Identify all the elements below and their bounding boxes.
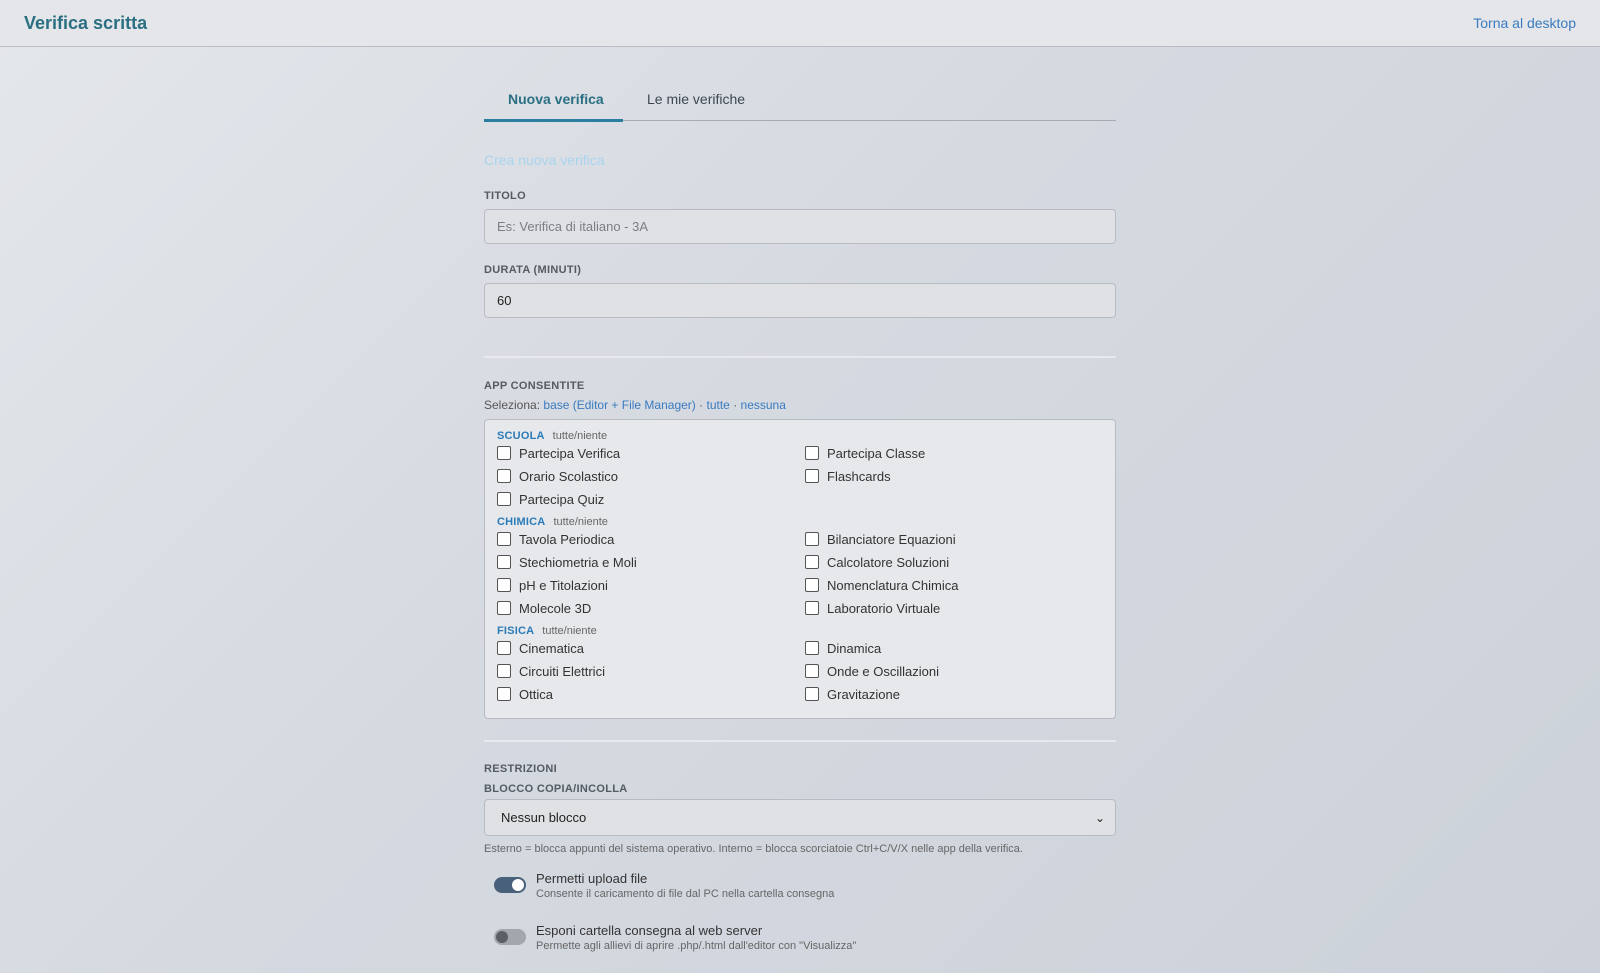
app-checkbox-item[interactable]: Partecipa Quiz	[497, 491, 805, 507]
group-header-chimica: CHIMICA tutte/niente	[497, 516, 1103, 528]
title-label: TITOLO	[484, 190, 526, 202]
app-checkbox-item[interactable]: Ottica	[497, 686, 805, 702]
web-toggle-title: Esponi cartella consegna al web server	[536, 923, 763, 938]
app-checkbox-item[interactable]: Gravitazione	[805, 686, 1113, 702]
copy-paste-selected-value: Nessun blocco	[501, 810, 587, 825]
select-presets: Seleziona: base (Editor + File Manager) …	[484, 398, 1116, 412]
tab-bar: Nuova verifica Le mie verifiche	[484, 47, 1116, 122]
app-checkbox-item[interactable]: Stechiometria e Moli	[497, 554, 805, 570]
checkbox[interactable]	[805, 601, 819, 615]
upload-toggle-title: Permetti upload file	[536, 871, 648, 886]
checkbox[interactable]	[497, 641, 511, 655]
separator: ·	[733, 398, 738, 412]
group-items-fisica: Cinematica Dinamica Circuiti Elettrici O…	[497, 640, 1103, 702]
checkbox[interactable]	[497, 687, 511, 701]
web-server-toggle-switch[interactable]	[494, 929, 526, 945]
checkbox[interactable]	[497, 532, 511, 546]
top-bar: Verifica scritta Torna al desktop	[0, 0, 1600, 47]
checkbox[interactable]	[497, 664, 511, 678]
copy-paste-help: Esterno = blocca appunti del sistema ope…	[484, 843, 1023, 855]
app-checkbox-item[interactable]: Flashcards	[805, 468, 1113, 484]
tab-new-test[interactable]: Nuova verifica	[508, 91, 604, 107]
copy-paste-select[interactable]: Nessun blocco ⌄	[484, 799, 1116, 836]
group-name: SCUOLA	[497, 430, 545, 442]
divider	[484, 356, 1116, 358]
active-tab-indicator	[484, 119, 623, 122]
checkbox[interactable]	[805, 532, 819, 546]
checkbox[interactable]	[805, 664, 819, 678]
select-base-link[interactable]: base (Editor + File Manager)	[543, 398, 695, 412]
checkbox[interactable]	[805, 555, 819, 569]
checkbox[interactable]	[805, 641, 819, 655]
web-toggle-row: Esponi cartella consegna al web server P…	[494, 923, 1116, 952]
app-checkbox-item[interactable]: Molecole 3D	[497, 600, 805, 616]
separator: ·	[699, 398, 704, 412]
app-checkbox-item[interactable]: Circuiti Elettrici	[497, 663, 805, 679]
group-toggle-all-link[interactable]: tutte/niente	[542, 625, 596, 637]
checkbox[interactable]	[497, 446, 511, 460]
select-all-link[interactable]: tutte	[706, 398, 729, 412]
restrictions-heading: RESTRIZIONI	[484, 763, 557, 775]
duration-label: DURATA (MINUTI)	[484, 264, 582, 276]
checkbox[interactable]	[497, 469, 511, 483]
copy-paste-label: BLOCCO COPIA/INCOLLA	[484, 783, 628, 795]
app-checkbox-item[interactable]: pH e Titolazioni	[497, 577, 805, 593]
upload-toggle-switch[interactable]	[494, 877, 526, 893]
apps-list-box[interactable]: SCUOLA tutte/niente Partecipa Verifica P…	[484, 419, 1116, 719]
app-checkbox-item[interactable]: Partecipa Classe	[805, 445, 1113, 461]
divider	[484, 740, 1116, 742]
select-none-link[interactable]: nessuna	[741, 398, 786, 412]
back-to-desktop-link[interactable]: Torna al desktop	[1473, 15, 1576, 31]
checkbox[interactable]	[805, 687, 819, 701]
chevron-down-icon: ⌄	[1094, 810, 1105, 825]
app-checkbox-item[interactable]: Laboratorio Virtuale	[805, 600, 1113, 616]
app-checkbox-item[interactable]: Nomenclatura Chimica	[805, 577, 1113, 593]
upload-toggle-row: Permetti upload file Consente il caricam…	[494, 871, 1116, 900]
title-input[interactable]	[484, 209, 1116, 244]
app-checkbox-item[interactable]: Partecipa Verifica	[497, 445, 805, 461]
section-title: Crea nuova verifica	[484, 152, 605, 168]
group-name: CHIMICA	[497, 516, 546, 528]
app-checkbox-item[interactable]: Orario Scolastico	[497, 468, 805, 484]
checkbox[interactable]	[805, 578, 819, 592]
group-header-fisica: FISICA tutte/niente	[497, 625, 1103, 637]
app-checkbox-item[interactable]: Bilanciatore Equazioni	[805, 531, 1113, 547]
duration-input[interactable]	[484, 283, 1116, 318]
toggle-knob	[512, 879, 524, 891]
group-name: FISICA	[497, 625, 535, 637]
main-content: Nuova verifica Le mie verifiche Crea nuo…	[484, 47, 1116, 952]
app-checkbox-item[interactable]: Tavola Periodica	[497, 531, 805, 547]
app-title: Verifica scritta	[24, 12, 148, 33]
group-toggle-all-link[interactable]: tutte/niente	[553, 430, 607, 442]
checkbox[interactable]	[805, 446, 819, 460]
toggle-knob	[496, 931, 508, 943]
upload-toggle-desc: Consente il caricamento di file dal PC n…	[536, 888, 835, 900]
tab-my-tests[interactable]: Le mie verifiche	[647, 91, 745, 107]
group-items-chimica: Tavola Periodica Bilanciatore Equazioni …	[497, 531, 1103, 616]
group-header-scuola: SCUOLA tutte/niente	[497, 430, 1103, 442]
checkbox[interactable]	[497, 492, 511, 506]
app-checkbox-item[interactable]: Onde e Oscillazioni	[805, 663, 1113, 679]
app-checkbox-item[interactable]: Calcolatore Soluzioni	[805, 554, 1113, 570]
checkbox[interactable]	[497, 601, 511, 615]
app-checkbox-item[interactable]: Cinematica	[497, 640, 805, 656]
checkbox[interactable]	[805, 469, 819, 483]
checkbox[interactable]	[497, 555, 511, 569]
group-items-scuola: Partecipa Verifica Partecipa Classe Orar…	[497, 445, 1103, 507]
apps-heading: APP CONSENTITE	[484, 380, 585, 392]
select-prefix: Seleziona:	[484, 398, 541, 412]
app-checkbox-item[interactable]: Dinamica	[805, 640, 1113, 656]
checkbox[interactable]	[497, 578, 511, 592]
web-toggle-desc: Permette agli allievi di aprire .php/.ht…	[536, 940, 857, 952]
group-toggle-all-link[interactable]: tutte/niente	[553, 516, 607, 528]
